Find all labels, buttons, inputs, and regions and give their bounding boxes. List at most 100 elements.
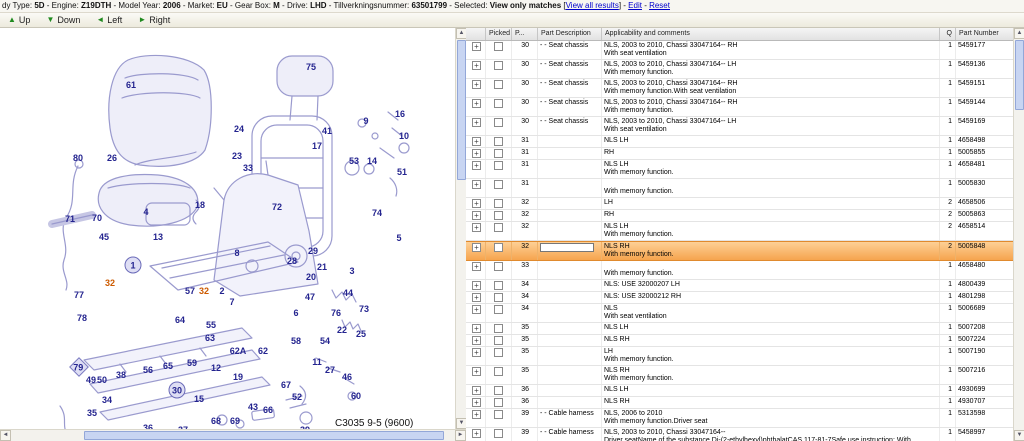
callout-74[interactable]: 74: [372, 208, 382, 218]
callout-35[interactable]: 35: [87, 408, 97, 418]
right-button[interactable]: ►Right: [138, 15, 170, 25]
table-row[interactable]: +36NLS RH14930707: [466, 397, 1013, 409]
callout-6[interactable]: 6: [293, 308, 298, 318]
callout-33[interactable]: 33: [243, 163, 253, 173]
down-button[interactable]: ▼Down: [46, 15, 80, 25]
table-row[interactable]: +39- - Cable harnessNLS, 2006 to 2010Wit…: [466, 409, 1013, 428]
picked-checkbox[interactable]: [494, 386, 503, 395]
picked-checkbox[interactable]: [494, 118, 503, 127]
view-all-results-link[interactable]: View all results: [566, 1, 619, 10]
table-row[interactable]: +32NLS LHWith memory function.24658514: [466, 222, 1013, 241]
table-row[interactable]: +34NLS: USE 32000207 LH14800439: [466, 280, 1013, 292]
callout-23[interactable]: 23: [232, 151, 242, 161]
callout-55[interactable]: 55: [206, 320, 216, 330]
picked-checkbox[interactable]: [494, 80, 503, 89]
table-row[interactable]: +35NLS RH15007224: [466, 335, 1013, 347]
callout-27[interactable]: 27: [325, 365, 335, 375]
scroll-down-icon[interactable]: ▼: [1014, 430, 1024, 441]
expand-row-button[interactable]: +: [472, 398, 481, 407]
table-row[interactable]: +31NLS LH14658498: [466, 136, 1013, 148]
diagram-horizontal-scrollbar[interactable]: ◄ ►: [0, 429, 466, 441]
callout-59[interactable]: 59: [187, 358, 197, 368]
picked-checkbox[interactable]: [494, 336, 503, 345]
callout-8[interactable]: 8: [234, 248, 239, 258]
picked-checkbox[interactable]: [494, 305, 503, 314]
picked-checkbox[interactable]: [494, 243, 503, 252]
picked-checkbox[interactable]: [494, 348, 503, 357]
callout-9[interactable]: 9: [363, 116, 368, 126]
picked-checkbox[interactable]: [494, 61, 503, 70]
scrollbar-thumb[interactable]: [1015, 40, 1024, 110]
expand-row-button[interactable]: +: [472, 61, 481, 70]
expand-row-button[interactable]: +: [472, 211, 481, 220]
callout-56[interactable]: 56: [143, 365, 153, 375]
table-row[interactable]: +30- - Seat chassisNLS, 2003 to 2010, Ch…: [466, 98, 1013, 117]
picked-column-header[interactable]: Picked: [486, 28, 512, 40]
table-row[interactable]: +35NLS RHWith memory function.15007216: [466, 366, 1013, 385]
callout-24[interactable]: 24: [234, 124, 244, 134]
callout-49[interactable]: 49: [86, 375, 96, 385]
picked-checkbox[interactable]: [494, 161, 503, 170]
callout-78[interactable]: 78: [77, 313, 87, 323]
expand-row-button[interactable]: +: [472, 180, 481, 189]
callout-46[interactable]: 46: [342, 372, 352, 382]
expand-row-button[interactable]: +: [472, 367, 481, 376]
edit-link[interactable]: Edit: [628, 1, 642, 10]
callout-80[interactable]: 80: [73, 153, 83, 163]
picked-checkbox[interactable]: [494, 223, 503, 232]
table-row[interactable]: +31NLS LHWith memory function.14658481: [466, 160, 1013, 179]
diagram-vertical-scrollbar[interactable]: ▲ ▼: [455, 28, 466, 429]
picked-checkbox[interactable]: [494, 99, 503, 108]
table-row[interactable]: +36NLS LH14930699: [466, 385, 1013, 397]
callout-17[interactable]: 17: [312, 141, 322, 151]
callout-57[interactable]: 57: [185, 286, 195, 296]
callout-70[interactable]: 70: [92, 213, 102, 223]
table-row[interactable]: +35LHWith memory function.15007190: [466, 347, 1013, 366]
callout-4[interactable]: 4: [143, 207, 148, 217]
callout-25[interactable]: 25: [356, 329, 366, 339]
callout-21[interactable]: 21: [317, 262, 327, 272]
expand-row-button[interactable]: +: [472, 293, 481, 302]
picked-checkbox[interactable]: [494, 42, 503, 51]
expand-row-button[interactable]: +: [472, 386, 481, 395]
callout-30[interactable]: 30: [169, 382, 186, 399]
callout-14[interactable]: 14: [367, 156, 377, 166]
expand-row-button[interactable]: +: [472, 99, 481, 108]
callout-37[interactable]: 37: [178, 425, 188, 429]
expand-row-button[interactable]: +: [472, 348, 481, 357]
picked-checkbox[interactable]: [494, 211, 503, 220]
table-row[interactable]: +30- - Seat chassisNLS, 2003 to 2010, Ch…: [466, 41, 1013, 60]
expand-row-button[interactable]: +: [472, 149, 481, 158]
callout-10[interactable]: 10: [399, 131, 409, 141]
picked-checkbox[interactable]: [494, 324, 503, 333]
expand-row-button[interactable]: +: [472, 243, 481, 252]
part-description-edit-input[interactable]: [540, 243, 594, 252]
callout-77[interactable]: 77: [74, 290, 84, 300]
picked-checkbox[interactable]: [494, 199, 503, 208]
callout-62[interactable]: 62: [258, 346, 268, 356]
expand-row-button[interactable]: +: [472, 262, 481, 271]
callout-47[interactable]: 47: [305, 292, 315, 302]
callout-61[interactable]: 61: [126, 80, 136, 90]
picked-checkbox[interactable]: [494, 293, 503, 302]
picked-checkbox[interactable]: [494, 262, 503, 271]
callout-69[interactable]: 69: [230, 416, 240, 426]
expand-row-button[interactable]: +: [472, 305, 481, 314]
callout-71[interactable]: 71: [65, 214, 75, 224]
expand-row-button[interactable]: +: [472, 199, 481, 208]
picked-checkbox[interactable]: [494, 398, 503, 407]
callout-64[interactable]: 64: [175, 315, 185, 325]
expand-row-button[interactable]: +: [472, 281, 481, 290]
callout-28[interactable]: 28: [287, 256, 297, 266]
callout-50[interactable]: 50: [97, 375, 107, 385]
expand-row-button[interactable]: +: [472, 336, 481, 345]
callout-36[interactable]: 36: [143, 423, 153, 429]
callout-19[interactable]: 19: [233, 372, 243, 382]
table-row[interactable]: +30- - Seat chassisNLS, 2003 to 2010, Ch…: [466, 117, 1013, 136]
callout-72[interactable]: 72: [272, 202, 282, 212]
up-button[interactable]: ▲Up: [8, 15, 30, 25]
table-row[interactable]: +30- - Seat chassisNLS, 2003 to 2010, Ch…: [466, 60, 1013, 79]
callout-58[interactable]: 58: [291, 336, 301, 346]
callout-18[interactable]: 18: [195, 200, 205, 210]
expand-row-button[interactable]: +: [472, 324, 481, 333]
